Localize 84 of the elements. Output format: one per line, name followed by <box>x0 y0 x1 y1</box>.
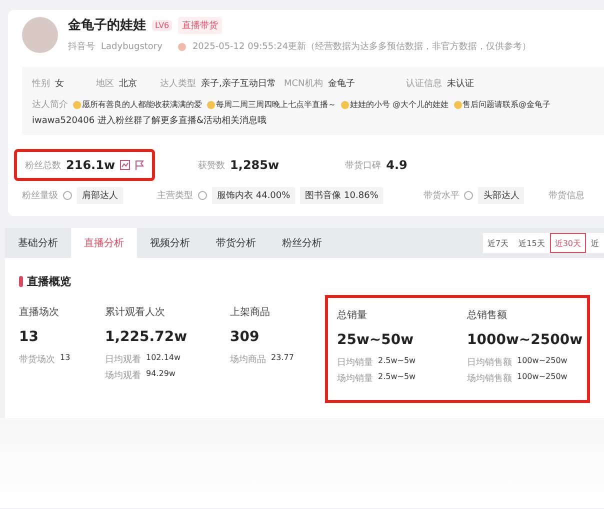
stat-label: 带货口碑 <box>345 160 382 172</box>
sub-value: 2.5w~5w <box>378 356 416 367</box>
metric-value: 13 <box>19 329 40 345</box>
metric-value: 1000w~2500w <box>467 332 584 348</box>
section-title: 直播概览 <box>27 274 71 289</box>
range-button[interactable]: 近7天 <box>482 233 514 253</box>
bio-text: 愿所有善良的人都能收获满满的爱 <box>82 99 202 110</box>
info-label: 达人类型 <box>160 78 196 90</box>
metric-value: 309 <box>230 329 260 345</box>
stat-label: 获赞数 <box>198 160 226 172</box>
info-label: 认证信息 <box>406 78 442 90</box>
attribute-tag: 服饰内衣 44.00% <box>212 187 296 204</box>
sub-value: 2.5w~5w <box>378 372 416 383</box>
sub-value: 94.29w <box>146 369 176 380</box>
sub-label: 日均销售额 <box>467 356 512 369</box>
sub-label: 场均销售额 <box>467 372 512 385</box>
bio-text: 娃娃的小号 @大个儿的娃娃 <box>350 99 449 110</box>
account-label: 抖音号 <box>68 40 95 53</box>
sub-label: 带货场次 <box>19 354 55 366</box>
level-badge: LV6 <box>152 20 172 30</box>
attribute-tag: 图书音像 10.86% <box>300 187 384 204</box>
analysis-tab[interactable]: 直播分析 <box>71 228 137 258</box>
update-note: 2025-05-12 09:55:24更新（经营数据为达多多预估数据，非官方数据，仅供参考） <box>192 40 532 53</box>
trend-chart-icon <box>120 160 130 170</box>
info-value: 亲子,亲子互动日常 <box>201 78 276 90</box>
attribute-tag: 肩部达人 <box>77 187 123 204</box>
info-value: 金龟子 <box>328 78 355 90</box>
metric-label: 上架商品 <box>230 306 271 319</box>
sub-label: 日均观看 <box>105 354 141 366</box>
stat-label: 粉丝总数 <box>25 160 61 172</box>
metric-value: 25w~50w <box>337 332 415 348</box>
info-value: 北京 <box>119 78 137 90</box>
metric-value: 1,225.72w <box>105 329 188 345</box>
analysis-tab[interactable]: 基础分析 <box>5 228 71 258</box>
sub-value: 102.14w <box>146 353 181 364</box>
avatar-placeholder <box>22 16 58 52</box>
info-label: 地区 <box>96 78 114 90</box>
sub-value: 100w~250w <box>517 372 568 383</box>
sub-value: 13 <box>60 353 70 364</box>
bio-label: 达人简介 <box>32 98 68 111</box>
range-button[interactable]: 近30天 <box>550 233 586 253</box>
info-value: 女 <box>55 78 64 90</box>
metric-label: 总销量 <box>337 308 368 322</box>
emoji-icon <box>454 100 462 108</box>
analysis-tab[interactable]: 带货分析 <box>203 228 269 258</box>
metric-label: 直播场次 <box>19 306 60 319</box>
sub-label: 场均商品 <box>230 354 266 366</box>
stat-value: 1,285w <box>230 158 280 172</box>
creator-name: 金龟子的娃娃 <box>68 17 146 34</box>
bio-text: iwawa520406 进入粉丝群了解更多直播&活动相关消息哦 <box>32 114 266 127</box>
emoji-icon <box>73 100 81 108</box>
help-icon[interactable] <box>464 191 474 200</box>
attribute-label: 粉丝量级 <box>22 190 58 202</box>
sub-label: 场均观看 <box>105 370 141 382</box>
attribute-label: 主营类型 <box>157 190 193 202</box>
sub-value: 100w~250w <box>517 356 568 367</box>
sub-value: 23.77 <box>271 353 294 364</box>
bio-text: 每周二周三周四晚上七点半直播～ <box>216 99 336 110</box>
accent-bar-icon <box>19 276 23 287</box>
emoji-icon <box>341 100 349 108</box>
stat-value: 216.1w <box>66 158 116 172</box>
info-label: MCN机构 <box>284 78 323 90</box>
analysis-tab[interactable]: 粉丝分析 <box>269 228 335 258</box>
account-id: Ladybugstory <box>101 42 162 52</box>
sub-label: 日均销量 <box>337 356 373 369</box>
range-button[interactable]: 近15天 <box>514 233 550 253</box>
analysis-tab[interactable]: 视频分析 <box>137 228 203 258</box>
status-dot-icon <box>178 42 186 50</box>
metric-label: 累计观看人次 <box>105 306 166 319</box>
info-label: 性别 <box>32 78 50 90</box>
sub-label: 场均销量 <box>337 372 373 385</box>
range-button[interactable]: 近 <box>586 233 604 253</box>
attribute-tag: 头部达人 <box>478 187 524 204</box>
bio-text: 售后问题请联系@金龟子 <box>462 99 551 110</box>
info-value: 未认证 <box>447 78 474 90</box>
stat-value: 4.9 <box>386 158 408 172</box>
category-tag: 直播带货 <box>178 16 222 34</box>
emoji-icon <box>207 100 215 108</box>
attribute-label: 带货水平 <box>423 190 460 202</box>
metric-label: 总销售额 <box>467 308 508 322</box>
help-icon[interactable] <box>198 191 207 200</box>
flag-icon <box>135 160 144 170</box>
attribute-label: 带货信息 <box>548 190 584 202</box>
help-icon[interactable] <box>63 191 72 200</box>
